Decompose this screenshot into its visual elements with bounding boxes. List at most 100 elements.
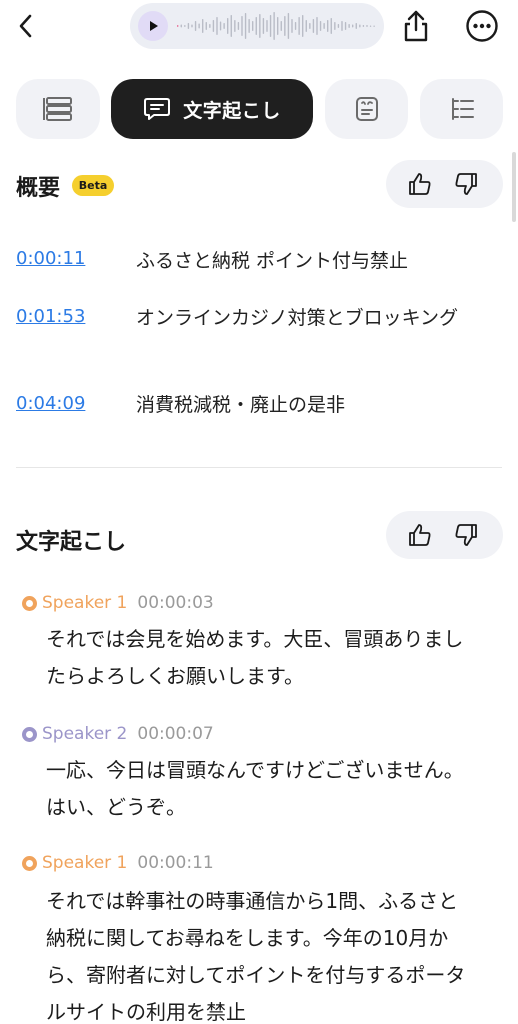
waveform-bar — [348, 24, 350, 28]
waveform-bar — [280, 21, 282, 31]
tab-outline[interactable] — [420, 79, 503, 139]
summary-timestamp-link[interactable]: 0:00:11 — [16, 248, 85, 269]
thumbs-down-icon — [455, 524, 477, 546]
summary-title: 概要 — [16, 176, 61, 201]
waveform-bar — [234, 20, 236, 32]
waveform-bar — [223, 23, 225, 29]
waveform-bar — [273, 12, 275, 40]
waveform-bar — [180, 24, 182, 28]
waveform-bar — [241, 16, 243, 36]
play-icon — [150, 21, 158, 31]
ai-note-icon — [355, 97, 378, 121]
waveform-bar — [177, 25, 179, 27]
share-button[interactable] — [398, 6, 434, 46]
summary-timestamp-link[interactable]: 0:01:53 — [16, 306, 85, 327]
summary-item-text: ふるさと納税 ポイント付与禁止 — [136, 250, 409, 272]
waveform-bar — [216, 17, 218, 35]
list-rows-icon — [43, 97, 72, 121]
waveform-bar — [309, 23, 311, 29]
waveform-bar — [369, 25, 372, 27]
waveform-bar — [219, 21, 222, 31]
waveform-bar — [259, 14, 261, 38]
waveform-bar — [344, 22, 347, 30]
more-options-button[interactable] — [465, 9, 499, 43]
waveform-bar — [237, 22, 240, 30]
waveform-bar — [227, 18, 229, 34]
waveform-bar — [362, 25, 365, 27]
speaker-name: Speaker 1 — [42, 593, 128, 613]
summary-timestamp-link[interactable]: 0:04:09 — [16, 393, 85, 414]
waveform-bar — [187, 23, 190, 29]
utterance-text: 一応、今日は冒頭なんですけどございません。はい、どうぞ。 — [46, 758, 464, 819]
transcript-feedback — [386, 511, 503, 559]
waveform-bar — [266, 20, 268, 32]
transcript-title: 文字起こし — [16, 530, 127, 555]
waveform-bar — [205, 22, 207, 30]
waveform-bar — [209, 24, 211, 28]
scrollbar-thumb[interactable] — [512, 152, 516, 222]
waveform-bar — [330, 18, 332, 34]
speaker-dot-icon — [22, 595, 37, 611]
waveform-bar — [302, 15, 304, 37]
tab-ai-note[interactable] — [325, 79, 408, 139]
waveform-bar — [312, 19, 315, 33]
waveform-bar — [202, 19, 204, 33]
waveform[interactable] — [176, 3, 376, 49]
transcript-thumbs-down-button[interactable] — [452, 521, 480, 549]
waveform-bar — [184, 25, 186, 27]
thumbs-down-icon — [455, 173, 477, 195]
waveform-bar — [359, 24, 361, 28]
waveform-bar — [355, 23, 357, 29]
summary-feedback — [386, 160, 503, 208]
speaker-timestamp[interactable]: 00:00:07 — [137, 724, 213, 744]
thumbs-up-icon — [409, 173, 431, 195]
speaker-timestamp[interactable]: 00:00:03 — [137, 593, 213, 613]
waveform-bar — [191, 24, 193, 28]
waveform-bar — [212, 20, 215, 32]
thumbs-up-icon — [409, 524, 431, 546]
waveform-bar — [255, 17, 257, 35]
speaker-row[interactable]: Speaker 2 00:00:07 — [22, 724, 214, 744]
beta-badge: Beta — [72, 175, 114, 196]
speaker-row[interactable]: Speaker 1 00:00:11 — [22, 853, 214, 873]
utterance-text: それでは幹事社の時事通信から1問、ふるさと納税に関してお尋ねをします。今年の10… — [46, 889, 466, 1024]
back-button[interactable] — [10, 8, 42, 44]
waveform-bar — [230, 15, 232, 37]
waveform-bar — [252, 21, 254, 31]
waveform-bar — [291, 19, 293, 33]
audio-player[interactable] — [130, 3, 384, 49]
summary-item-text: オンラインカジノ対策とブロッキング — [136, 307, 459, 329]
tab-list-view[interactable] — [16, 79, 100, 139]
summary-thumbs-up-button[interactable] — [406, 170, 434, 198]
speaker-name: Speaker 1 — [42, 853, 128, 873]
utterance-text: それでは会見を始めます。大臣、冒頭ありましたらよろしくお願いします。 — [46, 627, 464, 688]
waveform-bar — [337, 24, 340, 28]
tab-transcript-label: 文字起こし — [183, 99, 281, 122]
section-divider — [16, 467, 502, 468]
waveform-bar — [327, 20, 329, 32]
waveform-bar — [294, 22, 297, 30]
speaker-timestamp[interactable]: 00:00:11 — [137, 853, 213, 873]
outline-icon — [451, 98, 474, 120]
speaker-name: Speaker 2 — [42, 724, 128, 744]
play-button[interactable] — [138, 11, 168, 41]
tab-transcript[interactable]: 文字起こし — [111, 79, 313, 139]
waveform-bar — [198, 23, 200, 29]
speaker-row[interactable]: Speaker 1 00:00:03 — [22, 593, 214, 613]
waveform-bar — [194, 21, 197, 31]
chevron-left-icon — [19, 14, 32, 38]
share-icon — [404, 10, 428, 42]
summary-item-text: 消費税減税・廃止の是非 — [136, 394, 346, 416]
waveform-bar — [248, 19, 250, 33]
transcript-icon — [144, 98, 171, 120]
waveform-bar — [244, 13, 247, 39]
waveform-bar — [262, 18, 265, 34]
waveform-bar — [305, 20, 307, 32]
waveform-bar — [323, 23, 325, 29]
waveform-bar — [334, 22, 336, 30]
waveform-bar — [287, 13, 290, 39]
waveform-bar — [284, 16, 286, 36]
transcript-thumbs-up-button[interactable] — [406, 521, 434, 549]
waveform-bar — [298, 17, 300, 35]
summary-thumbs-down-button[interactable] — [452, 170, 480, 198]
